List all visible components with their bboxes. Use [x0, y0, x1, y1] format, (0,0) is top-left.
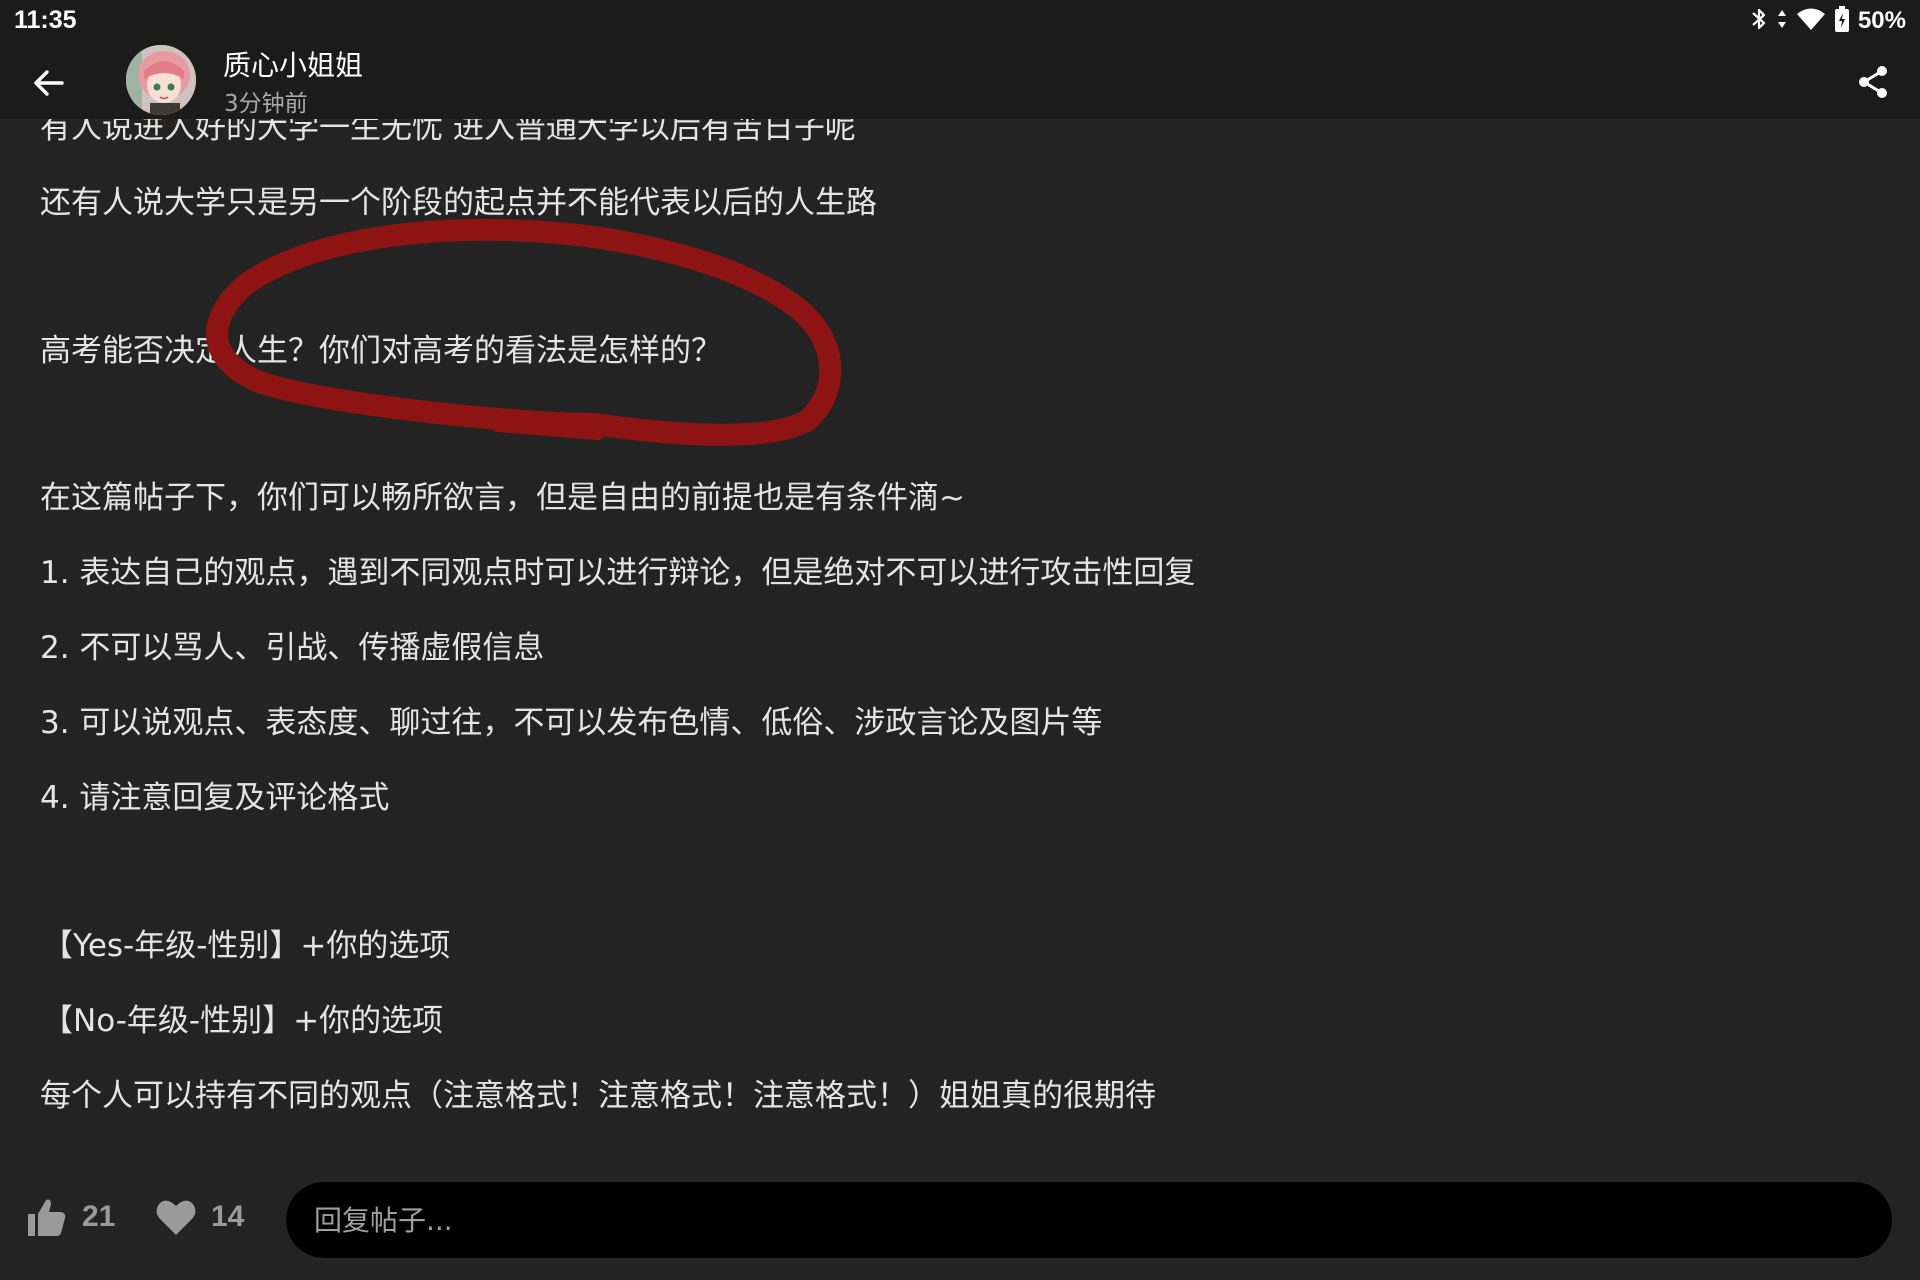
post-line-closing: 每个人可以持有不同的观点（注意格式！注意格式！注意格式！）姐姐真的很期待 [40, 1078, 1156, 1114]
wifi-icon [1796, 7, 1826, 35]
bluetooth-icon [1750, 6, 1768, 36]
heart-icon [156, 1200, 196, 1235]
post-line-3: 高考能否决定人生？你们对高考的看法是怎样的？ [40, 333, 722, 369]
format-yes: 【Yes-年级-性别】+你的选项 [42, 928, 451, 964]
thumbs-up-icon [28, 1199, 66, 1236]
post-line-2: 还有人说大学只是另一个阶段的起点并不能代表以后的人生路 [40, 185, 877, 221]
rule-item-1: 1. 表达自己的观点，遇到不同观点时可以进行辩论，但是绝对不可以进行攻击性回复 [40, 555, 1196, 591]
author-avatar[interactable] [126, 45, 196, 115]
share-button[interactable] [1850, 59, 1896, 105]
reply-input[interactable] [286, 1182, 1892, 1258]
like-button[interactable]: 21 [24, 1192, 115, 1242]
battery-icon [1834, 5, 1850, 37]
rule-item-4: 4. 请注意回复及评论格式 [40, 780, 390, 816]
share-icon [1859, 66, 1887, 98]
rule-item-3: 3. 可以说观点、表态度、聊过往，不可以发布色情、低俗、涉政言论及图片等 [40, 705, 1103, 741]
arrow-left-icon [34, 70, 64, 96]
favorite-count: 14 [211, 1200, 245, 1233]
battery-percent: 50% [1857, 7, 1906, 34]
post-detail-screen: 有人说进入好的大学一生无忧 进入普通大学以后有苦日子呢 还有人说大学只是另一个阶… [0, 0, 1920, 1280]
bottom-action-bar: 21 14 [0, 1160, 1920, 1280]
post-time: 3分钟前 [224, 91, 308, 117]
status-bar: 11:35 50% [0, 0, 1920, 42]
post-content: 有人说进入好的大学一生无忧 进入普通大学以后有苦日子呢 还有人说大学只是另一个阶… [0, 0, 1920, 1160]
data-arrows-icon [1776, 6, 1788, 36]
status-icons: 50% [1750, 6, 1906, 36]
post-header: 质心小姐姐 3分钟前 [0, 42, 1920, 119]
status-time: 11:35 [14, 6, 77, 34]
rule-item-2: 2. 不可以骂人、引战、传播虚假信息 [40, 630, 545, 666]
format-no: 【No-年级-性别】+你的选项 [42, 1003, 444, 1039]
post-line-4: 在这篇帖子下，你们可以畅所欲言，但是自由的前提也是有条件滴~ [40, 480, 965, 516]
back-button[interactable] [26, 60, 72, 106]
like-count: 21 [82, 1200, 116, 1233]
favorite-button[interactable]: 14 [155, 1192, 244, 1242]
author-name[interactable]: 质心小姐姐 [223, 44, 363, 84]
